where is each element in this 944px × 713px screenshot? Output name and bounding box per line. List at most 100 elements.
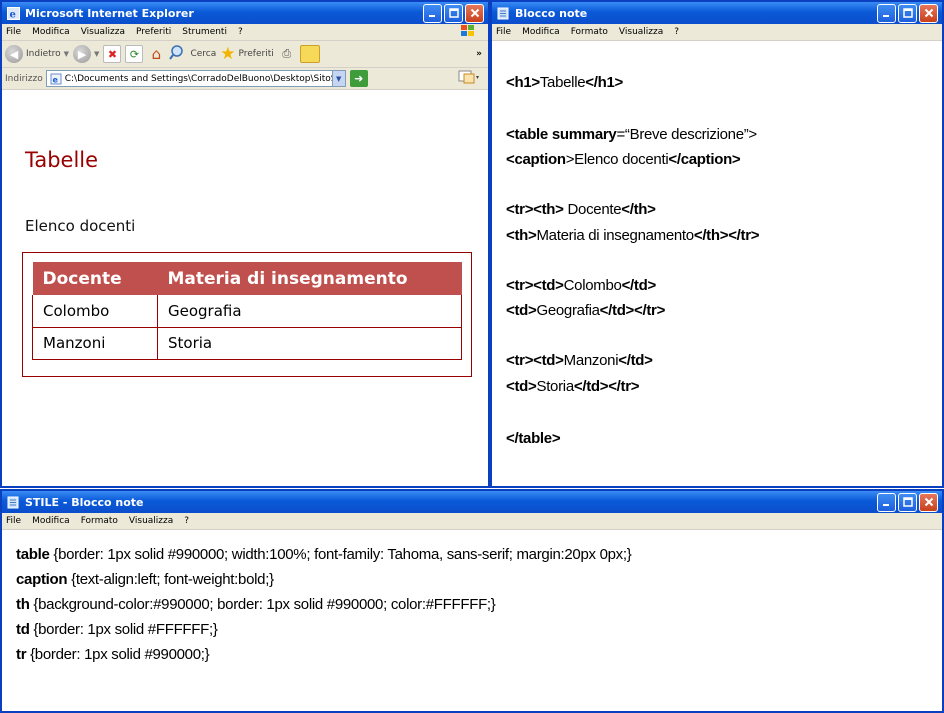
minimize-button[interactable] xyxy=(423,3,442,23)
ie-menubar: File Modifica Visualizza Preferiti Strum… xyxy=(2,24,488,41)
favorites-label: Preferiti xyxy=(238,49,274,59)
close-button[interactable] xyxy=(919,3,938,23)
stile-text-area[interactable]: table {border: 1px solid #990000; width:… xyxy=(2,530,942,711)
menu-strumenti[interactable]: Strumenti xyxy=(182,27,227,37)
close-button[interactable] xyxy=(919,492,938,512)
search-icon xyxy=(169,44,187,65)
maximize-button[interactable] xyxy=(898,492,917,512)
menu-help[interactable]: ? xyxy=(184,516,189,526)
notepad-app-icon xyxy=(496,6,510,20)
code-line: <th>Materia di insegnamento</th></tr> xyxy=(506,227,760,244)
menu-help[interactable]: ? xyxy=(674,27,679,37)
address-label: Indirizzo xyxy=(5,73,43,84)
page-heading: Tabelle xyxy=(25,148,99,172)
code-line: <tr><th> Docente</th> xyxy=(506,201,656,218)
table-header-row: Docente Materia di insegnamento xyxy=(32,262,462,295)
code-line: <caption>Elenco docenti</caption> xyxy=(506,151,741,168)
maximize-button[interactable] xyxy=(444,3,463,23)
close-button[interactable] xyxy=(465,3,484,23)
address-value: C:\Documents and Settings\CorradoDelBuon… xyxy=(64,73,332,84)
css-rule: table {border: 1px solid #990000; width:… xyxy=(16,546,632,563)
menu-visualizza[interactable]: Visualizza xyxy=(81,27,125,37)
folder-icon[interactable] xyxy=(299,45,320,63)
table-cell: Colombo xyxy=(32,295,158,328)
address-dropdown-icon[interactable]: ▼ xyxy=(331,71,345,86)
menu-visualizza[interactable]: Visualizza xyxy=(129,516,173,526)
table-header-cell: Materia di insegnamento xyxy=(157,262,462,295)
chevron-down-icon: ▼ xyxy=(63,50,70,58)
favorites-button[interactable]: ★ Preferiti xyxy=(220,44,274,64)
code-line: <td>Storia</td></tr> xyxy=(506,378,640,395)
ie-window: e Microsoft Internet Explorer File Modif… xyxy=(0,0,490,488)
translate-icon[interactable] xyxy=(458,69,480,88)
menu-modifica[interactable]: Modifica xyxy=(32,27,70,37)
stile-window: STILE - Blocco note File Modifica Format… xyxy=(0,489,944,713)
go-button[interactable]: ➜ xyxy=(349,70,368,87)
forward-button[interactable]: ▶ ▼ xyxy=(73,45,99,63)
print-icon[interactable]: ⎙ xyxy=(278,45,296,63)
table-header-cell: Docente xyxy=(32,262,158,295)
css-rule: tr {border: 1px solid #990000;} xyxy=(16,646,210,663)
svg-text:e: e xyxy=(52,75,58,84)
svg-text:e: e xyxy=(9,9,15,20)
css-rule: td {border: 1px solid #FFFFFF;} xyxy=(16,621,218,638)
table-cell: Manzoni xyxy=(32,327,158,360)
star-icon: ★ xyxy=(220,44,236,64)
css-rule: th {background-color:#990000; border: 1p… xyxy=(16,596,496,613)
table-row: Manzoni Storia xyxy=(32,327,462,360)
table-row: Colombo Geografia xyxy=(32,295,462,328)
forward-arrow-icon: ▶ xyxy=(73,45,92,63)
menu-formato[interactable]: Formato xyxy=(81,516,118,526)
stop-icon[interactable]: ✖ xyxy=(103,45,122,63)
code-line: </table> xyxy=(506,430,561,447)
home-icon[interactable]: ⌂ xyxy=(147,45,165,63)
search-button[interactable]: Cerca xyxy=(169,44,216,65)
stile-title: STILE - Blocco note xyxy=(25,495,144,509)
table-caption: Elenco docenti xyxy=(25,217,136,235)
stile-titlebar[interactable]: STILE - Blocco note xyxy=(2,491,942,513)
notepad-window: Blocco note File Modifica Formato Visual… xyxy=(490,0,944,488)
ie-addressbar: Indirizzo e C:\Documents and Settings\Co… xyxy=(2,68,488,90)
ie-page: Tabelle Elenco docenti Docente Materia d… xyxy=(2,117,488,486)
stile-menubar: File Modifica Formato Visualizza ? xyxy=(2,513,942,530)
menu-modifica[interactable]: Modifica xyxy=(522,27,560,37)
windows-flag-icon xyxy=(460,24,476,41)
minimize-button[interactable] xyxy=(877,3,896,23)
refresh-icon[interactable]: ⟳ xyxy=(125,45,144,63)
address-field[interactable]: e C:\Documents and Settings\CorradoDelBu… xyxy=(45,70,346,87)
ie-title: Microsoft Internet Explorer xyxy=(25,6,194,20)
back-button[interactable]: ◀ Indietro ▼ xyxy=(5,45,69,63)
more-chevron-icon[interactable]: » xyxy=(476,49,482,59)
menu-file[interactable]: File xyxy=(6,516,21,526)
table-cell: Geografia xyxy=(157,295,462,328)
code-line: <tr><td>Colombo</td> xyxy=(506,277,656,294)
code-line: <td>Geografia</td></tr> xyxy=(506,302,666,319)
minimize-button[interactable] xyxy=(877,492,896,512)
menu-visualizza[interactable]: Visualizza xyxy=(619,27,663,37)
menu-file[interactable]: File xyxy=(496,27,511,37)
menu-help[interactable]: ? xyxy=(238,27,243,37)
notepad-title: Blocco note xyxy=(515,6,588,20)
notepad-app-icon xyxy=(6,495,20,509)
code-line: <tr><td>Manzoni</td> xyxy=(506,352,653,369)
notepad-menubar: File Modifica Formato Visualizza ? xyxy=(492,24,942,41)
css-rule: caption {text-align:left; font-weight:bo… xyxy=(16,571,274,588)
ie-toolbar: ◀ Indietro ▼ ▶ ▼ ✖ ⟳ ⌂ Cerca ★ Preferiti… xyxy=(2,41,488,68)
menu-file[interactable]: File xyxy=(6,27,21,37)
docenti-table: Docente Materia di insegnamento Colombo … xyxy=(22,252,472,377)
table-cell: Storia xyxy=(157,327,462,360)
chevron-down-icon: ▼ xyxy=(94,50,100,58)
menu-preferiti[interactable]: Preferiti xyxy=(136,27,171,37)
menu-modifica[interactable]: Modifica xyxy=(32,516,70,526)
back-label: Indietro xyxy=(26,49,61,59)
ie-titlebar[interactable]: e Microsoft Internet Explorer xyxy=(2,2,488,24)
notepad-text-area[interactable]: <h1>Tabelle</h1> <table summary=“Breve d… xyxy=(492,41,942,486)
page-icon: e xyxy=(50,73,62,85)
code-line: <table summary=“Breve descrizione”> xyxy=(506,126,757,143)
search-label: Cerca xyxy=(190,49,217,59)
ie-app-icon: e xyxy=(6,6,20,20)
notepad-titlebar[interactable]: Blocco note xyxy=(492,2,942,24)
maximize-button[interactable] xyxy=(898,3,917,23)
code-line: <h1>Tabelle</h1> xyxy=(506,74,623,91)
menu-formato[interactable]: Formato xyxy=(571,27,608,37)
